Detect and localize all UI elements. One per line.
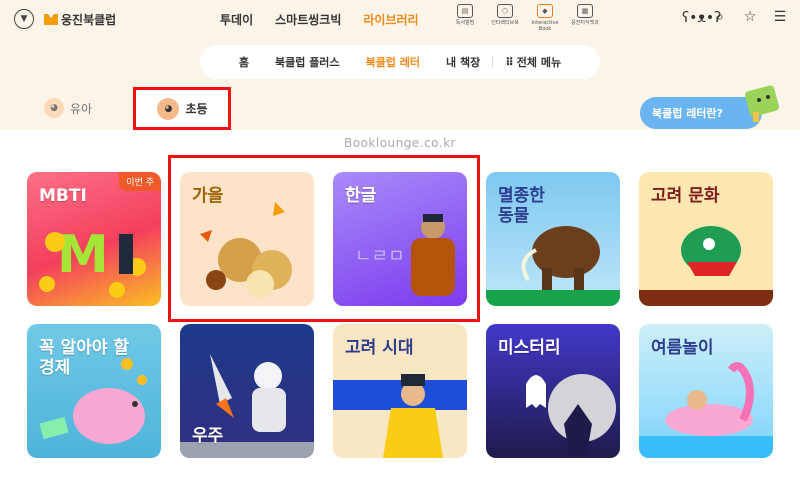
nav-library[interactable]: 라이브러리 bbox=[363, 11, 418, 28]
card-title: 멸종한 동물 bbox=[498, 186, 545, 226]
quick-link-album[interactable]: ▤ 독서앨범 bbox=[450, 4, 480, 32]
album-icon: ▤ bbox=[457, 4, 473, 18]
logo-text: 웅진북클럽 bbox=[61, 13, 117, 27]
bear-icon[interactable]: ʕ•ᴥ•ʔ bbox=[682, 9, 721, 26]
card-space[interactable]: 우주 bbox=[180, 324, 314, 458]
menu-icon[interactable]: ☰ bbox=[772, 9, 788, 26]
card-autumn[interactable]: 가을 bbox=[180, 172, 314, 306]
subnav-my-shelf[interactable]: 내 책장 bbox=[446, 54, 480, 70]
tab-baby[interactable]: ◕ 유아 bbox=[44, 98, 92, 118]
card-mbti[interactable]: M MBTI 이번 주 bbox=[27, 172, 161, 306]
watermark: Booklounge.co.kr bbox=[344, 136, 456, 150]
svg-text:M: M bbox=[57, 225, 109, 285]
card-title: 한글 bbox=[345, 186, 377, 206]
book-logo-icon bbox=[44, 14, 58, 25]
quick-link-encyclopedia[interactable]: ▦ 웅진지식백과 bbox=[570, 4, 600, 32]
card-title: 미스터리 bbox=[498, 338, 561, 358]
card-title: 가을 bbox=[192, 186, 224, 206]
card-title: 여름놀이 bbox=[651, 338, 714, 358]
info-button-label: 북클럽 레터란? bbox=[652, 107, 723, 120]
box-icon: ⬡ bbox=[497, 4, 513, 18]
logo[interactable]: 웅진북클럽 bbox=[44, 11, 116, 28]
search-icon[interactable]: ⌕ bbox=[712, 9, 728, 26]
card-title: MBTI bbox=[39, 186, 87, 206]
this-week-badge: 이번 주 bbox=[119, 172, 161, 191]
tab-elementary-label: 초등 bbox=[185, 102, 208, 116]
card-title: 꼭 알아야 할 경제 bbox=[39, 338, 130, 378]
mascot-icon bbox=[745, 85, 779, 122]
tab-elementary[interactable]: ◕ 초등 bbox=[135, 87, 230, 130]
child-face-icon: ◕ bbox=[157, 97, 180, 120]
nav-today[interactable]: 투데이 bbox=[220, 11, 253, 28]
card-title: 고려 문화 bbox=[651, 186, 720, 206]
svg-text:ㄴㄹㅁ: ㄴㄹㅁ bbox=[355, 246, 405, 267]
grid-icon: ⠿ bbox=[505, 56, 514, 69]
card-title: 우주 bbox=[192, 426, 224, 446]
subnav-all-menu[interactable]: ⠿ 전체 메뉴 bbox=[505, 54, 561, 70]
card-summer-play[interactable]: 여름놀이 bbox=[639, 324, 773, 458]
card-economy[interactable]: 꼭 알아야 할 경제 bbox=[27, 324, 161, 458]
subnav-bookclub-plus[interactable]: 북클럽 플러스 bbox=[275, 54, 340, 70]
subnav-bookclub-letter[interactable]: 북클럽 레터 bbox=[366, 54, 420, 70]
encyclopedia-icon: ▦ bbox=[577, 4, 593, 18]
sub-nav: 홈 북클럽 플러스 북클럽 레터 내 책장 ⠿ 전체 메뉴 bbox=[200, 45, 600, 79]
card-goryeo-culture[interactable]: 고려 문화 bbox=[639, 172, 773, 306]
quick-link-interactive-book[interactable]: ◆ Interactive Book bbox=[530, 4, 560, 32]
card-mystery[interactable]: 미스터리 bbox=[486, 324, 620, 458]
tab-baby-label: 유아 bbox=[70, 101, 93, 116]
top-header: ▼ 웅진북클럽 투데이 스마트씽크빅 라이브러리 ▤ 독서앨범 ⬡ 인터랙티브북… bbox=[0, 0, 800, 40]
card-title: 고려 시대 bbox=[345, 338, 414, 358]
baby-face-icon: ◕ bbox=[44, 98, 64, 118]
nav-smartthinkbig[interactable]: 스마트씽크빅 bbox=[275, 11, 341, 28]
subnav-divider bbox=[492, 56, 494, 68]
quick-link-interactive[interactable]: ⬡ 인터랙티브북 bbox=[490, 4, 520, 32]
chevron-down-icon[interactable]: ▼ bbox=[14, 9, 34, 29]
main-nav: 투데이 스마트씽크빅 라이브러리 bbox=[220, 11, 419, 28]
card-extinct-animals[interactable]: 멸종한 동물 bbox=[486, 172, 620, 306]
card-goryeo-era[interactable]: 고려 시대 bbox=[333, 324, 467, 458]
interactive-book-icon: ◆ bbox=[537, 4, 553, 18]
card-hangul[interactable]: ㄴㄹㅁ 한글 bbox=[333, 172, 467, 306]
star-icon[interactable]: ☆ bbox=[742, 9, 758, 26]
subnav-home[interactable]: 홈 bbox=[239, 54, 249, 70]
quick-links: ▤ 독서앨범 ⬡ 인터랙티브북 ◆ Interactive Book ▦ 웅진지… bbox=[450, 4, 600, 32]
header-actions: ʕ•ᴥ•ʔ ⌕ ☆ ☰ bbox=[682, 9, 788, 26]
